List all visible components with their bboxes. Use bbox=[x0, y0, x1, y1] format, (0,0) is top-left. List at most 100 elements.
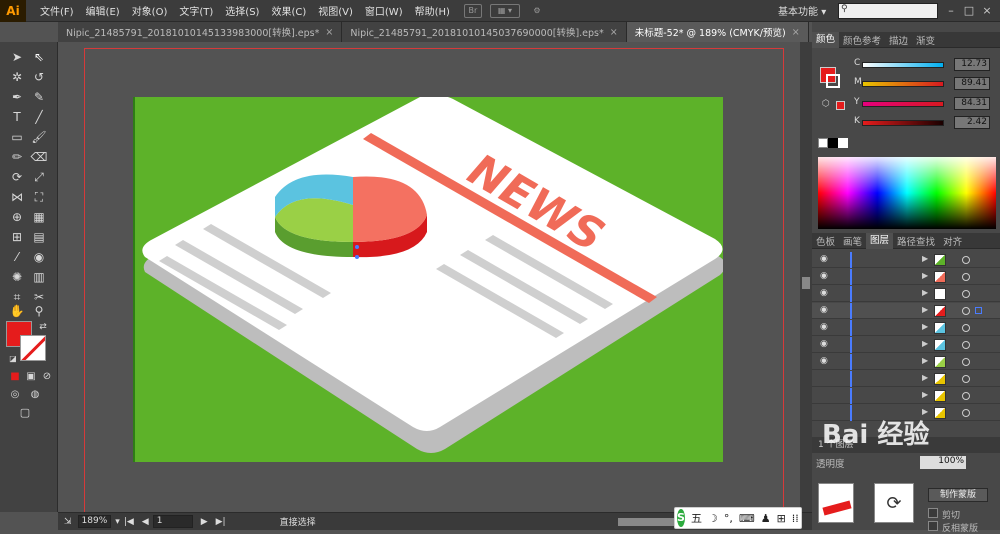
target-circle-icon[interactable] bbox=[962, 341, 970, 349]
perspective-grid-icon[interactable]: ▦ bbox=[30, 208, 48, 226]
horizontal-scroll-thumb[interactable] bbox=[618, 518, 678, 526]
layer-row[interactable]: ▶ bbox=[812, 371, 1000, 387]
menu-window[interactable]: 窗口(W) bbox=[359, 3, 409, 18]
hand-tool-icon[interactable]: ✋ bbox=[8, 302, 26, 320]
selection-indicator[interactable] bbox=[975, 307, 982, 314]
swap-fill-stroke-icon[interactable]: ⇄ bbox=[34, 318, 52, 336]
menu-edit[interactable]: 编辑(E) bbox=[80, 3, 126, 18]
magenta-slider[interactable] bbox=[862, 81, 944, 87]
last-artboard-icon[interactable]: ▶| bbox=[216, 517, 226, 527]
layer-row[interactable]: ◉ ▶ bbox=[812, 303, 1000, 319]
arrange-documents-icon[interactable]: ▦ ▾ bbox=[489, 3, 520, 18]
rectangle-tool-icon[interactable]: ▭ bbox=[8, 128, 26, 146]
pen-tool-icon[interactable]: ✒ bbox=[8, 88, 26, 106]
keyboard-icon[interactable]: ⌨ bbox=[739, 512, 755, 525]
color-stroke-swatch[interactable] bbox=[826, 74, 840, 88]
stroke-swatch[interactable] bbox=[20, 335, 46, 361]
line-tool-icon[interactable]: ╱ bbox=[30, 108, 48, 126]
paintbrush-icon[interactable]: 🖌 bbox=[30, 128, 48, 146]
bridge-icon[interactable]: Br bbox=[463, 3, 482, 18]
sync-icon[interactable]: ⚙ bbox=[528, 4, 546, 18]
moon-icon[interactable]: ☽ bbox=[708, 512, 718, 525]
shape-builder-icon[interactable]: ⊕ bbox=[8, 208, 26, 226]
vertical-scrollbar[interactable] bbox=[800, 42, 812, 512]
layer-row[interactable]: ◉ ▶ bbox=[812, 320, 1000, 336]
first-artboard-icon[interactable]: |◀ bbox=[124, 517, 134, 527]
target-circle-icon[interactable] bbox=[962, 307, 970, 315]
default-colors-icon[interactable]: ◪ bbox=[4, 350, 22, 368]
eraser-icon[interactable]: ⌫ bbox=[30, 148, 48, 166]
blend-tool-icon[interactable]: ◉ bbox=[30, 248, 48, 266]
menu-type[interactable]: 文字(T) bbox=[173, 3, 219, 18]
mesh-tool-icon[interactable]: ⊞ bbox=[8, 228, 26, 246]
visibility-eye-icon[interactable]: ◉ bbox=[820, 339, 832, 349]
expand-arrow-icon[interactable]: ▶ bbox=[922, 271, 928, 280]
black-value[interactable]: 2.42 bbox=[954, 116, 990, 129]
curvature-tool-icon[interactable]: ✎ bbox=[30, 88, 48, 106]
magenta-value[interactable]: 89.41 bbox=[954, 77, 990, 90]
draw-behind-icon[interactable]: ◍ bbox=[26, 386, 44, 404]
expand-arrow-icon[interactable]: ▶ bbox=[922, 373, 928, 382]
zoom-field[interactable]: 189% bbox=[77, 515, 112, 528]
menu-view[interactable]: 视图(V) bbox=[312, 3, 359, 18]
expand-arrow-icon[interactable]: ▶ bbox=[922, 322, 928, 331]
mask-thumbnail[interactable]: ⟳ bbox=[874, 483, 914, 523]
artboard[interactable]: NEWS bbox=[133, 97, 723, 462]
free-transform-icon[interactable]: ⛶ bbox=[30, 188, 48, 206]
none-color-swatch[interactable] bbox=[818, 138, 828, 148]
target-circle-icon[interactable] bbox=[962, 290, 970, 298]
workspace-switcher[interactable]: 基本功能 ▾ bbox=[772, 3, 832, 18]
expand-arrow-icon[interactable]: ▶ bbox=[922, 305, 928, 314]
scroll-thumb[interactable] bbox=[802, 277, 810, 289]
cyan-slider[interactable] bbox=[862, 62, 944, 68]
maximize-icon[interactable]: □ bbox=[962, 4, 976, 18]
menu-help[interactable]: 帮助(H) bbox=[409, 3, 456, 18]
layer-row[interactable]: ▶ bbox=[812, 388, 1000, 404]
pencil-icon[interactable]: ✏ bbox=[8, 148, 26, 166]
ime-toolbar[interactable]: S 五 ☽ °, ⌨ ♟ ⊞ ⁞⁞ bbox=[674, 507, 802, 529]
menu-effect[interactable]: 效果(C) bbox=[265, 3, 312, 18]
expand-arrow-icon[interactable]: ▶ bbox=[922, 288, 928, 297]
eyedropper-icon[interactable]: ⁄ bbox=[8, 248, 26, 266]
tab-color-guide[interactable]: 颜色参考 bbox=[839, 33, 885, 47]
none-mode-icon[interactable]: ⊘ bbox=[38, 368, 56, 386]
type-tool-icon[interactable]: T bbox=[8, 108, 26, 126]
tab-stroke[interactable]: 描边 bbox=[885, 33, 912, 47]
ime-mode[interactable]: 五 bbox=[691, 510, 702, 526]
expand-arrow-icon[interactable]: ▶ bbox=[922, 339, 928, 348]
target-circle-icon[interactable] bbox=[962, 358, 970, 366]
gradient-tool-icon[interactable]: ▤ bbox=[30, 228, 48, 246]
tab-document-active[interactable]: 未标题-52* @ 189% (CMYK/预览) × bbox=[626, 22, 809, 42]
tab-document-1[interactable]: Nipic_21485791_20181010145133983000[转换].… bbox=[58, 22, 343, 42]
minimize-icon[interactable]: – bbox=[944, 4, 958, 18]
menu-select[interactable]: 选择(S) bbox=[219, 3, 265, 18]
target-circle-icon[interactable] bbox=[962, 409, 970, 417]
visibility-eye-icon[interactable]: ◉ bbox=[820, 322, 832, 332]
make-mask-button[interactable]: 制作蒙版 bbox=[928, 488, 988, 502]
visibility-eye-icon[interactable]: ◉ bbox=[820, 356, 832, 366]
tab-swatches[interactable]: 色板 bbox=[812, 234, 839, 248]
clip-checkbox[interactable] bbox=[928, 508, 938, 518]
magic-wand-icon[interactable]: ✲ bbox=[8, 68, 26, 86]
close-tab-icon[interactable]: × bbox=[610, 27, 618, 38]
chevron-down-icon[interactable]: ▾ bbox=[115, 517, 120, 527]
cyan-value[interactable]: 12.73 bbox=[954, 58, 990, 71]
visibility-eye-icon[interactable]: ◉ bbox=[820, 305, 832, 315]
width-tool-icon[interactable]: ⋈ bbox=[8, 188, 26, 206]
user-icon[interactable]: ♟ bbox=[761, 512, 771, 525]
visibility-eye-icon[interactable]: ◉ bbox=[820, 254, 832, 264]
artboard-nav-icon[interactable]: ⇲ bbox=[64, 517, 72, 527]
color-spectrum[interactable] bbox=[818, 157, 996, 229]
expand-arrow-icon[interactable]: ▶ bbox=[922, 356, 928, 365]
canvas-area[interactable]: NEWS bbox=[58, 42, 800, 516]
prev-artboard-icon[interactable]: ◀ bbox=[142, 517, 149, 527]
layer-row[interactable]: ◉ ▶ bbox=[812, 252, 1000, 268]
target-circle-icon[interactable] bbox=[962, 324, 970, 332]
layer-row[interactable]: ◉ ▶ bbox=[812, 337, 1000, 353]
close-icon[interactable]: × bbox=[980, 4, 994, 18]
next-artboard-icon[interactable]: ▶ bbox=[201, 517, 208, 527]
sogou-logo[interactable]: S bbox=[677, 509, 685, 527]
black-color-swatch[interactable] bbox=[828, 138, 838, 148]
menu-object[interactable]: 对象(O) bbox=[126, 3, 174, 18]
close-tab-icon[interactable]: × bbox=[792, 27, 800, 38]
